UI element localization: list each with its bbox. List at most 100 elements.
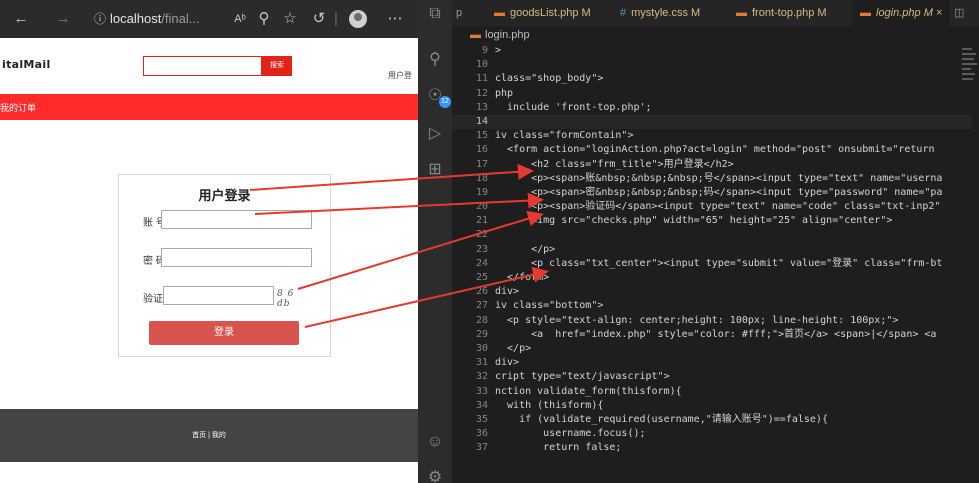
code-text: <p class="txt_center"><input type="submi… [495, 257, 943, 269]
tab-goodslist[interactable]: ▬ goodsList.php M [494, 0, 591, 26]
my-orders-link[interactable]: 我的订单 [0, 101, 36, 114]
settings-icon[interactable]: ⚙ [425, 468, 445, 483]
code-line[interactable]: 23 </p> [452, 243, 972, 257]
captcha-input[interactable] [163, 286, 274, 305]
split-editor-icon[interactable]: ◫ [954, 0, 964, 26]
code-line[interactable]: 16 <form action="loginAction.php?act=log… [452, 143, 972, 157]
code-line[interactable]: 18 <p><span>账&nbsp;&nbsp;&nbsp;号</span><… [452, 172, 972, 186]
line-number: 20 [475, 201, 488, 213]
php-file-icon: ▬ [860, 7, 871, 19]
code-line[interactable]: 29 <a href="index.php" style="color: #ff… [452, 328, 972, 342]
code-line[interactable]: 37 return false; [452, 441, 972, 455]
code-text: php [495, 87, 514, 99]
code-text: <form action="loginAction.php?act=login"… [495, 144, 935, 156]
activity-bar: ⧉ ⚲ ☉ 12 ▷ ⊞ ☺ ⚙ [418, 0, 452, 483]
star-plus-icon[interactable]: ☆ [282, 0, 298, 38]
code-line[interactable]: 13 include 'front-top.php'; [452, 101, 972, 115]
code-line[interactable]: 30 </p> [452, 342, 972, 356]
account-icon[interactable]: ☺ [425, 432, 445, 452]
code-line[interactable]: 27 iv class="bottom"> [452, 299, 972, 313]
code-line[interactable]: 20 <p><span>验证码</span><input type="text"… [452, 200, 972, 214]
code-line[interactable]: 12 php [452, 87, 972, 101]
code-line[interactable]: 19 <p><span>密&nbsp;&nbsp;&nbsp;码</span><… [452, 186, 972, 200]
code-line[interactable]: 31 div> [452, 356, 972, 370]
code-editor[interactable]: 9 >10 11 class="shop_body"> 12 php 13 include … [452, 44, 972, 483]
code-line[interactable]: 22 [452, 228, 972, 242]
zoom-icon[interactable]: ⚲ [256, 0, 272, 38]
php-file-icon: ▬ [736, 7, 747, 19]
password-input[interactable] [161, 248, 312, 267]
code-line[interactable]: 17 <h2 class="frm_title">用户登录</h2> [452, 158, 972, 172]
code-line[interactable]: 10 [452, 58, 972, 72]
line-number: 28 [475, 314, 488, 326]
captcha-image[interactable]: 8 6 db [277, 289, 307, 309]
address-bar[interactable]: localhost/final... [110, 0, 200, 38]
line-number: 12 [475, 87, 488, 99]
line-number: 37 [475, 442, 488, 454]
code-line[interactable]: 24 <p class="txt_center"><input type="su… [452, 257, 972, 271]
code-text: <a href="index.php" style="color: #fff;"… [495, 328, 937, 340]
code-line[interactable]: 36 username.focus(); [452, 427, 972, 441]
run-debug-icon[interactable]: ▷ [425, 124, 445, 144]
tab-label: front-top.php M [752, 7, 827, 19]
copy-icon[interactable]: ⧉ [425, 4, 445, 24]
login-button[interactable]: 登录 [149, 321, 299, 345]
footer-links[interactable]: 首页 | 我的 [0, 430, 418, 440]
tab-label: login.php M × [876, 7, 943, 19]
code-text: nction validate_form(thisform){ [495, 385, 682, 397]
line-number: 27 [475, 300, 488, 312]
line-number: 19 [475, 186, 488, 198]
code-line[interactable]: 33 nction validate_form(thisform){ [452, 385, 972, 399]
code-text: if (validate_required(username,"请输入账号")=… [495, 413, 828, 425]
info-icon[interactable]: ⓘ [92, 0, 108, 38]
line-number: 16 [475, 144, 488, 156]
tab-mystyle[interactable]: # mystyle.css M [620, 0, 700, 26]
code-text: cript type="text/javascript"> [495, 371, 670, 383]
read-aloud-icon[interactable]: Aᵇ [232, 0, 248, 38]
url-host: localhost [110, 11, 162, 26]
code-line[interactable]: 25 </form> [452, 271, 972, 285]
line-number: 10 [475, 59, 488, 71]
breadcrumb[interactable]: ▬ login.php [452, 26, 979, 44]
ellipsis-icon[interactable]: ⋯ [386, 0, 404, 38]
code-line[interactable]: 28 <p style="text-align: center;height: … [452, 314, 972, 328]
line-number: 14 [475, 115, 488, 127]
search-button[interactable]: 搜索 [262, 56, 292, 76]
line-number: 15 [475, 130, 488, 142]
search-input[interactable] [143, 56, 262, 76]
minimap[interactable] [960, 44, 979, 104]
tab-partial[interactable]: p [456, 0, 462, 26]
avatar-icon[interactable] [349, 10, 367, 28]
tab-login[interactable]: ▬ login.php M × [852, 0, 951, 26]
extensions-icon[interactable]: ↺ [311, 0, 327, 38]
arrow-left-icon[interactable]: ← [10, 0, 32, 38]
code-line[interactable]: 26 div> [452, 285, 972, 299]
breadcrumb-file: login.php [485, 29, 530, 41]
line-number: 25 [475, 272, 488, 283]
minimap-line [962, 68, 971, 70]
site-logo[interactable]: italMail [2, 58, 51, 71]
code-line[interactable]: 15 iv class="formContain"> [452, 129, 972, 143]
account-input[interactable] [161, 210, 312, 229]
user-login-link[interactable]: 用户登 [388, 70, 412, 81]
code-line[interactable]: 32 cript type="text/javascript"> [452, 370, 972, 384]
page-footer: 首页 | 我的 [0, 409, 418, 462]
line-number: 17 [475, 158, 488, 170]
code-line[interactable]: 11 class="shop_body"> [452, 72, 972, 86]
code-line[interactable]: 14 [452, 114, 972, 130]
code-line[interactable]: 34 with (thisform){ [452, 399, 972, 413]
tab-label: goodsList.php M [510, 7, 591, 19]
code-line[interactable]: 35 if (validate_required(username,"请输入账号… [452, 413, 972, 427]
code-line[interactable]: 9 > [452, 44, 972, 58]
tab-front-top[interactable]: ▬ front-top.php M [736, 0, 827, 26]
code-text: username.focus(); [495, 428, 646, 440]
code-text: <p><span>账&nbsp;&nbsp;&nbsp;号</span><inp… [495, 172, 943, 184]
line-number: 32 [475, 371, 488, 383]
extensions-icon[interactable]: ⊞ [425, 160, 445, 180]
search-icon[interactable]: ⚲ [425, 50, 445, 70]
arrow-right-icon[interactable]: → [52, 0, 74, 38]
browser-toolbar: ← → ⓘ localhost/final... Aᵇ ⚲ ☆ ↺ | ⋯ [0, 0, 418, 38]
css-file-icon: # [620, 7, 627, 19]
code-line[interactable]: 21 <img src="checks.php" width="65" heig… [452, 214, 972, 228]
line-number: 33 [475, 385, 488, 397]
